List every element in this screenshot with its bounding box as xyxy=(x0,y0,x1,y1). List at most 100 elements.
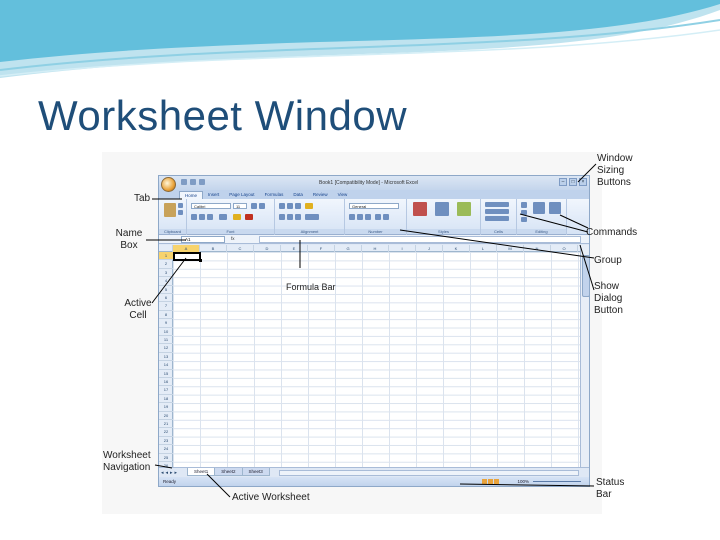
row-header[interactable]: 7 xyxy=(159,302,173,311)
column-header[interactable]: N xyxy=(524,245,551,252)
column-header[interactable]: E xyxy=(281,245,308,252)
column-header[interactable]: J xyxy=(416,245,443,252)
clear-icon[interactable] xyxy=(521,217,527,222)
autosum-icon[interactable] xyxy=(521,202,527,208)
format-cells-icon[interactable] xyxy=(485,216,509,221)
row-header[interactable]: 3 xyxy=(159,269,173,278)
delete-cells-icon[interactable] xyxy=(485,209,509,214)
orientation-icon[interactable] xyxy=(305,203,313,209)
number-format-field[interactable]: General xyxy=(349,203,399,209)
row-header[interactable]: 16 xyxy=(159,378,173,387)
row-header[interactable]: 12 xyxy=(159,344,173,353)
column-header[interactable]: I xyxy=(389,245,416,252)
close-button[interactable]: × xyxy=(579,178,587,186)
percent-icon[interactable] xyxy=(357,214,363,220)
conditional-formatting-icon[interactable] xyxy=(413,202,427,216)
column-header[interactable]: L xyxy=(470,245,497,252)
maximize-button[interactable]: □ xyxy=(569,178,577,186)
row-header[interactable]: 19 xyxy=(159,403,173,412)
format-as-table-icon[interactable] xyxy=(435,202,449,216)
worksheet-grid[interactable]: ABCDEFGHIJKLMNO 1 2 3 4 5 6 7 8 9 10 11 12 13 14 15 16 1… xyxy=(159,245,580,467)
row-header[interactable]: 11 xyxy=(159,336,173,345)
next-sheet-icon[interactable]: ▸ xyxy=(170,470,173,476)
redo-icon[interactable] xyxy=(199,179,205,185)
select-all-corner[interactable] xyxy=(159,245,173,252)
row-header[interactable]: 25 xyxy=(159,454,173,462)
row-header[interactable]: 4 xyxy=(159,277,173,286)
column-header[interactable]: O xyxy=(551,245,578,252)
row-header[interactable]: 14 xyxy=(159,361,173,370)
zoom-level[interactable]: 100% xyxy=(517,479,529,484)
name-box[interactable]: A1 xyxy=(181,236,225,243)
tab-insert[interactable]: Insert xyxy=(203,191,224,199)
increase-decimal-icon[interactable] xyxy=(375,214,381,220)
page-break-view-icon[interactable] xyxy=(494,479,499,484)
align-right-icon[interactable] xyxy=(295,214,301,220)
row-header[interactable]: 8 xyxy=(159,311,173,320)
italic-icon[interactable] xyxy=(199,214,205,220)
column-header[interactable]: M xyxy=(497,245,524,252)
column-header[interactable]: C xyxy=(227,245,254,252)
sort-filter-icon[interactable] xyxy=(533,202,545,214)
tab-data[interactable]: Data xyxy=(288,191,308,199)
underline-icon[interactable] xyxy=(207,214,213,220)
prev-sheet-icon[interactable]: ◂ xyxy=(166,470,169,476)
normal-view-icon[interactable] xyxy=(482,479,487,484)
sheet-tab-3[interactable]: Sheet3 xyxy=(241,468,270,476)
tab-formulas[interactable]: Formulas xyxy=(260,191,289,199)
top-align-icon[interactable] xyxy=(279,203,285,209)
bottom-align-icon[interactable] xyxy=(295,203,301,209)
tab-view[interactable]: View xyxy=(333,191,353,199)
borders-icon[interactable] xyxy=(219,214,227,220)
row-header[interactable]: 20 xyxy=(159,412,173,420)
row-header[interactable]: 2 xyxy=(159,260,173,269)
fx-icon[interactable]: fx xyxy=(231,236,261,243)
save-icon[interactable] xyxy=(181,179,187,185)
sheet-tab-1[interactable]: Sheet1 xyxy=(187,468,216,476)
column-header[interactable]: G xyxy=(335,245,362,252)
row-header[interactable]: 18 xyxy=(159,395,173,404)
first-sheet-icon[interactable]: ◂ xyxy=(161,470,164,476)
find-select-icon[interactable] xyxy=(549,202,561,214)
active-cell[interactable] xyxy=(173,252,202,262)
paste-icon[interactable] xyxy=(164,203,176,217)
row-header[interactable]: 1 xyxy=(159,252,173,261)
row-header[interactable]: 17 xyxy=(159,386,173,395)
font-name-field[interactable]: Calibri xyxy=(191,203,231,209)
row-header[interactable]: 15 xyxy=(159,370,173,378)
row-header[interactable]: 6 xyxy=(159,294,173,303)
cell-styles-icon[interactable] xyxy=(457,202,471,216)
grow-font-icon[interactable] xyxy=(251,203,257,209)
insert-cells-icon[interactable] xyxy=(485,202,509,207)
column-header[interactable]: K xyxy=(443,245,470,252)
vertical-scrollbar[interactable] xyxy=(580,245,589,467)
row-header[interactable]: 23 xyxy=(159,437,173,446)
formula-bar-input[interactable] xyxy=(259,236,581,243)
font-color-icon[interactable] xyxy=(245,214,253,220)
zoom-slider[interactable] xyxy=(533,481,581,482)
cells-area[interactable] xyxy=(173,252,580,467)
bold-icon[interactable] xyxy=(191,214,197,220)
tab-page-layout[interactable]: Page Layout xyxy=(224,191,259,199)
tab-review[interactable]: Review xyxy=(308,191,333,199)
column-header[interactable]: B xyxy=(200,245,227,252)
align-center-icon[interactable] xyxy=(287,214,293,220)
last-sheet-icon[interactable]: ▸ xyxy=(175,470,178,476)
row-header[interactable]: 22 xyxy=(159,428,173,437)
column-header[interactable]: H xyxy=(362,245,389,252)
office-button[interactable] xyxy=(161,177,176,192)
undo-icon[interactable] xyxy=(190,179,196,185)
column-header[interactable]: F xyxy=(308,245,335,252)
tab-home[interactable]: Home xyxy=(179,191,204,199)
page-layout-view-icon[interactable] xyxy=(488,479,493,484)
column-header[interactable]: A xyxy=(173,245,200,252)
merge-center-icon[interactable] xyxy=(305,214,319,220)
comma-icon[interactable] xyxy=(365,214,371,220)
decrease-decimal-icon[interactable] xyxy=(383,214,389,220)
currency-icon[interactable] xyxy=(349,214,355,220)
row-header[interactable]: 9 xyxy=(159,319,173,328)
horizontal-scrollbar[interactable] xyxy=(279,470,579,476)
row-header[interactable]: 10 xyxy=(159,328,173,336)
column-header[interactable]: D xyxy=(254,245,281,252)
shrink-font-icon[interactable] xyxy=(259,203,265,209)
